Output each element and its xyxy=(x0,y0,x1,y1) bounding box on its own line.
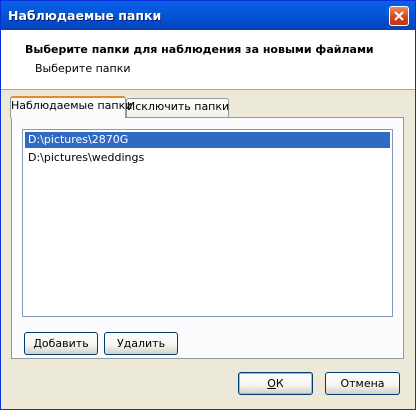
ok-label-rest: К xyxy=(275,376,284,390)
ok-button[interactable]: ОК xyxy=(238,372,313,395)
add-button[interactable]: Добавить xyxy=(24,332,98,355)
dialog-window: Наблюдаемые папки Выберите папки для наб… xyxy=(0,0,416,410)
header-panel: Выберите папки для наблюдения за новыми … xyxy=(1,30,415,90)
tab-label: Исключить папки xyxy=(127,100,230,113)
tab-exclude-folders[interactable]: Исключить папки xyxy=(126,98,229,117)
header-subtitle: Выберите папки xyxy=(35,62,131,75)
close-button[interactable] xyxy=(389,6,409,26)
header-title: Выберите папки для наблюдения за новыми … xyxy=(25,43,374,56)
folder-list[interactable]: D:\pictures\2870G D:\pictures\weddings xyxy=(22,129,393,317)
window-title: Наблюдаемые папки xyxy=(8,8,162,23)
list-item[interactable]: D:\pictures\2870G xyxy=(25,132,390,148)
tab-label: Наблюдаемые папки xyxy=(11,99,133,112)
ok-mnemonic: О xyxy=(267,376,276,390)
close-icon xyxy=(394,11,404,21)
title-bar[interactable]: Наблюдаемые папки xyxy=(1,1,415,30)
remove-button[interactable]: Удалить xyxy=(104,332,178,355)
tab-watched-folders[interactable]: Наблюдаемые папки xyxy=(10,96,132,118)
tab-panel: D:\pictures\2870G D:\pictures\weddings Д… xyxy=(11,117,404,359)
cancel-button[interactable]: Отмена xyxy=(325,372,400,395)
list-item[interactable]: D:\pictures\weddings xyxy=(25,150,390,166)
